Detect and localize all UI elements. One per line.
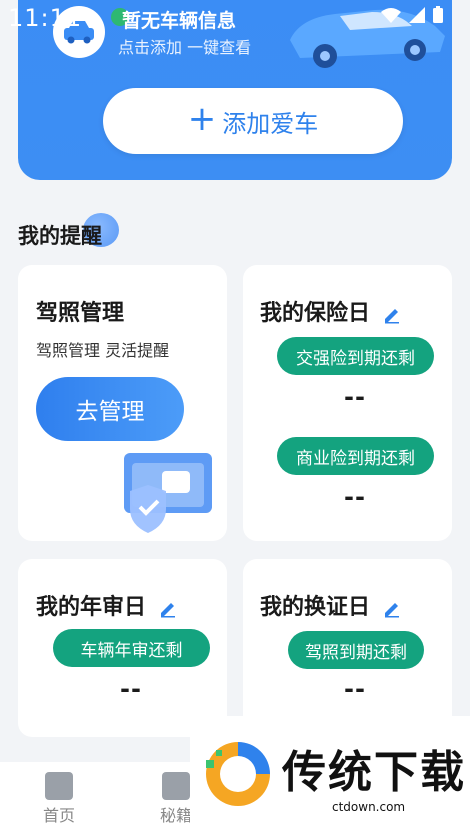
compulsory-insurance-value: -- — [344, 383, 366, 411]
commercial-insurance-pill: 商业险到期还剩 — [277, 437, 434, 475]
license-card[interactable]: 驾照管理 驾照管理 灵活提醒 去管理 — [18, 265, 227, 541]
insurance-title-row: 我的保险日 — [260, 295, 402, 327]
renewal-title-row: 我的换证日 — [260, 589, 402, 621]
battery-icon — [433, 6, 443, 23]
license-subtitle: 驾照管理 灵活提醒 — [36, 341, 170, 360]
watermark-text: 传统下载 — [282, 747, 466, 798]
plus-icon: + — [187, 99, 217, 139]
signal-icon — [409, 7, 425, 23]
license-shield-illustration-icon — [124, 453, 212, 533]
renewal-value: -- — [344, 675, 366, 703]
add-car-label: 添加爱车 — [222, 109, 319, 138]
vehicle-card[interactable]: 暂无车辆信息 点击添加 一键查看 + 添加爱车 — [18, 0, 452, 180]
vehicle-title: 暂无车辆信息 — [122, 10, 237, 32]
inspection-title-row: 我的年审日 — [36, 589, 178, 621]
insurance-card[interactable]: 我的保险日 交强险到期还剩 -- 商业险到期还剩 -- — [243, 265, 452, 541]
commercial-insurance-value: -- — [344, 483, 366, 511]
edit-icon[interactable] — [158, 598, 178, 618]
nav-home-label: 首页 — [42, 806, 75, 825]
renewal-title: 我的换证日 — [260, 595, 371, 620]
insurance-title: 我的保险日 — [260, 301, 371, 326]
reminders-title: 我的提醒 — [18, 224, 102, 248]
manage-license-button[interactable]: 去管理 — [36, 377, 184, 441]
watermark-url: ctdown.com — [332, 800, 406, 814]
edit-icon[interactable] — [382, 304, 402, 324]
wifi-icon — [381, 8, 401, 23]
status-time: 11:11 — [8, 4, 83, 32]
star-book-icon — [162, 772, 190, 800]
renewal-card[interactable]: 我的换证日 驾照到期还剩 -- — [243, 559, 452, 737]
edit-icon[interactable] — [382, 598, 402, 618]
inspection-value: -- — [120, 675, 142, 703]
inspection-title: 我的年审日 — [36, 595, 147, 620]
inspection-pill: 车辆年审还剩 — [53, 629, 210, 667]
watermark: 传统下载 ctdown.com — [190, 716, 470, 836]
compulsory-insurance-pill: 交强险到期还剩 — [277, 337, 434, 375]
status-icons — [380, 6, 444, 24]
inspection-card[interactable]: 我的年审日 车辆年审还剩 -- — [18, 559, 227, 737]
nav-home[interactable]: 首页 — [29, 768, 89, 826]
watermark-logo-icon — [206, 742, 270, 806]
license-title: 驾照管理 — [36, 301, 125, 326]
renewal-pill: 驾照到期还剩 — [288, 631, 424, 669]
add-car-button[interactable]: + 添加爱车 — [103, 88, 403, 154]
home-book-icon — [45, 772, 73, 800]
vehicle-subtitle: 点击添加 一键查看 — [118, 38, 252, 57]
